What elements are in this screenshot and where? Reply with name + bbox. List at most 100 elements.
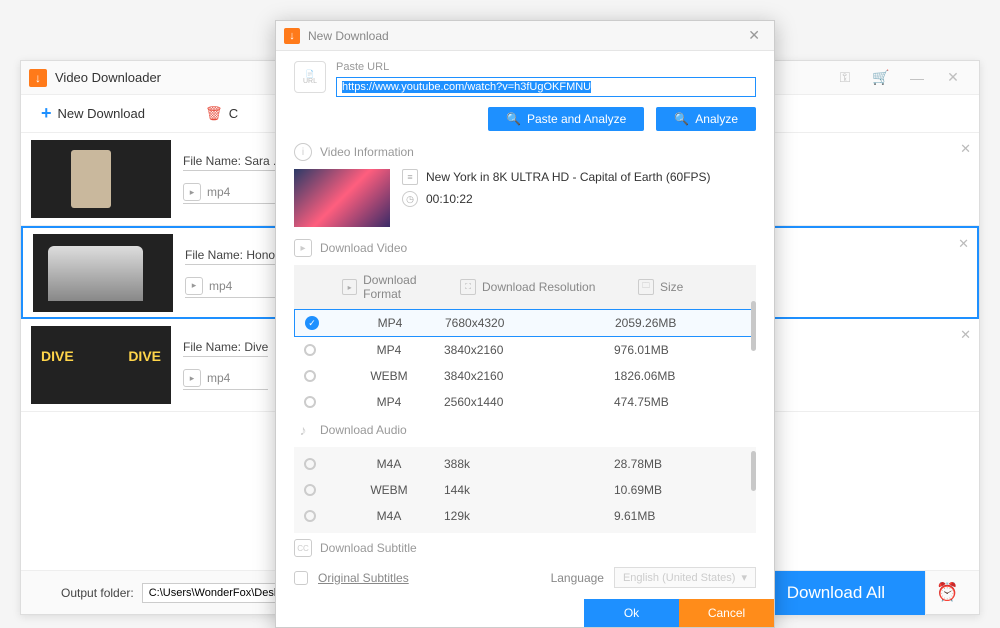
language-label: Language [551,571,604,585]
plus-icon: + [41,103,52,124]
format-label: mp4 [209,279,232,293]
radio-button[interactable] [304,458,316,470]
cart-icon[interactable]: 🛒 [863,64,899,92]
radio-button[interactable] [304,344,316,356]
dialog-title: New Download [308,29,389,43]
new-download-button[interactable]: + New Download [41,103,145,124]
format-header: Download Format [363,273,452,301]
video-icon: ▸ [294,239,312,257]
clear-button[interactable]: 🗑 C [205,105,238,122]
format-cell: M4A [334,457,444,471]
size-cell: 10.69MB [614,483,746,497]
analyze-button[interactable]: 🔍Analyze [656,107,756,131]
format-icon: ▸ [183,183,201,201]
minimize-button[interactable]: — [899,64,935,92]
size-header: Size [660,280,683,294]
size-header-icon: 🗀 [638,279,654,295]
close-button[interactable]: ✕ [935,64,971,92]
original-subtitles-checkbox[interactable] [294,571,308,585]
paste-and-analyze-button[interactable]: 🔍Paste and Analyze [488,107,644,131]
format-row[interactable]: ✓ MP4 7680x4320 2059.26MB [294,309,756,337]
file-name-label: File Name: Sara . [183,154,276,171]
video-format-table: ▸ Download Format ⛶ Download Resolution 🗀 S… [294,265,756,415]
size-cell: 474.75MB [614,395,746,409]
format-cell: MP4 [334,395,444,409]
thumbnail [31,140,171,218]
cc-icon: CC [294,539,312,557]
paste-url-label: Paste URL [336,61,756,73]
format-cell: WEBM [334,369,444,383]
document-icon: ≡ [402,169,418,185]
info-icon: i [294,143,312,161]
chevron-down-icon: ▾ [741,571,747,584]
format-icon: ▸ [183,369,201,387]
output-folder-label: Output folder: [61,586,134,600]
dialog-titlebar: ↓ New Download ✕ [276,21,774,51]
format-cell: MP4 [335,316,445,330]
key-icon[interactable]: ⚿ [827,64,863,92]
app-icon: ↓ [284,28,300,44]
resolution-header: Download Resolution [482,280,595,294]
thumbnail [31,326,171,404]
size-cell: 976.01MB [614,343,746,357]
url-input[interactable]: https://www.youtube.com/watch?v=h3fUgOKF… [336,77,756,97]
search-icon: 🔍 [674,112,689,126]
trash-icon: 🗑 [205,105,223,122]
download-subtitle-heading: CC Download Subtitle [294,539,756,557]
radio-button[interactable] [304,396,316,408]
radio-button[interactable]: ✓ [305,316,319,330]
dialog-close-button[interactable]: ✕ [742,27,766,44]
ok-button[interactable]: Ok [584,599,679,627]
format-row[interactable]: MP4 3840x2160 976.01MB [294,337,756,363]
size-cell: 1826.06MB [614,369,746,383]
resolution-cell: 3840x2160 [444,343,614,357]
radio-button[interactable] [304,370,316,382]
url-icon: 📄URL [294,61,326,93]
bitrate-cell: 388k [444,457,614,471]
format-cell: M4A [334,509,444,523]
schedule-button[interactable]: ⏰ [925,571,969,615]
new-download-dialog: ↓ New Download ✕ 📄URL Paste URL https://… [275,20,775,628]
bitrate-cell: 144k [444,483,614,497]
clear-label: C [229,106,238,121]
resolution-header-icon: ⛶ [460,279,476,295]
dialog-footer: Ok Cancel [276,599,774,627]
search-icon: 🔍 [506,112,521,126]
radio-button[interactable] [304,510,316,522]
video-thumbnail [294,169,390,227]
format-header-icon: ▸ [342,279,357,295]
resolution-cell: 3840x2160 [444,369,614,383]
format-row[interactable]: MP4 2560x1440 474.75MB [294,389,756,415]
audio-icon: ♪ [294,421,312,439]
format-row[interactable]: WEBM 3840x2160 1826.06MB [294,363,756,389]
bitrate-cell: 129k [444,509,614,523]
url-text: https://www.youtube.com/watch?v=h3fUgOKF… [342,81,591,93]
size-cell: 9.61MB [614,509,746,523]
format-row[interactable]: WEBM 144k 10.69MB [294,477,756,503]
video-info-heading: i Video Information [294,143,756,161]
radio-button[interactable] [304,484,316,496]
remove-row-button[interactable]: ✕ [960,141,971,157]
file-name-label: File Name: Hono [185,248,275,265]
size-cell: 2059.26MB [615,316,745,330]
video-duration: 00:10:22 [426,192,473,206]
format-label: mp4 [207,185,230,199]
resolution-cell: 2560x1440 [444,395,614,409]
language-select[interactable]: English (United States)▾ [614,567,756,588]
format-row[interactable]: M4A 388k 28.78MB [294,451,756,477]
download-audio-heading: ♪ Download Audio [294,421,756,439]
clock-icon: ◷ [402,191,418,207]
new-download-label: New Download [58,106,145,121]
remove-row-button[interactable]: ✕ [960,327,971,343]
remove-row-button[interactable]: ✕ [958,236,969,252]
size-cell: 28.78MB [614,457,746,471]
format-icon: ▸ [185,277,203,295]
format-row[interactable]: M4A 129k 9.61MB [294,503,756,529]
video-title: New York in 8K ULTRA HD - Capital of Ear… [426,170,711,184]
scrollbar-thumb[interactable] [751,451,756,491]
format-cell: MP4 [334,343,444,357]
cancel-button[interactable]: Cancel [679,599,774,627]
scrollbar-thumb[interactable] [751,301,756,351]
format-label: mp4 [207,371,230,385]
audio-format-table: M4A 388k 28.78MB WEBM 144k 10.69MB M4A 1… [294,447,756,533]
